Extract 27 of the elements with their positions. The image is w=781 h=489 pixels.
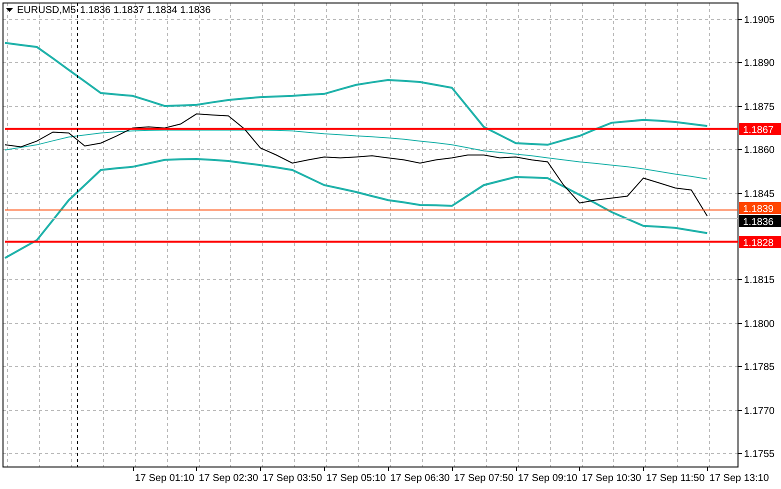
price-axis-label: 1.1890: [744, 58, 775, 69]
price-label: 1.1867: [739, 123, 781, 136]
time-axis-label: 17 Sep 10:30: [582, 473, 642, 484]
time-axis-label: 17 Sep 07:50: [454, 473, 514, 484]
time-axis-label: 17 Sep 13:10: [709, 473, 769, 484]
time-axis-label: 17 Sep 01:10: [134, 473, 194, 484]
time-axis-label: 17 Sep 02:30: [198, 473, 258, 484]
price-axis-label: 1.1755: [744, 449, 775, 460]
price-label: 1.1836: [739, 215, 781, 228]
price-label: 1.1839: [739, 202, 781, 215]
dropdown-triangle-icon[interactable]: [6, 8, 13, 12]
time-axis-label: 17 Sep 05:10: [326, 473, 386, 484]
time-axis-label: 17 Sep 06:30: [390, 473, 450, 484]
price-axis-label: 1.1905: [744, 15, 775, 26]
price-label: 1.1828: [739, 236, 781, 249]
time-axis-label: 17 Sep 11:50: [646, 473, 705, 484]
price-axis-label: 1.1770: [744, 406, 775, 417]
price-axis-label: 1.1845: [744, 189, 775, 200]
symbol-label: EURUSD,M5: [17, 5, 76, 16]
time-axis-label: 17 Sep 03:50: [262, 473, 322, 484]
quote-values: 1.1836 1.1837 1.1834 1.1836: [80, 5, 211, 16]
price-axis-label: 1.1875: [744, 102, 775, 113]
price-axis-label: 1.1815: [744, 275, 775, 286]
price-axis-label: 1.1860: [744, 145, 775, 156]
price-axis-label: 1.1800: [744, 319, 775, 330]
price-axis-label: 1.1785: [744, 362, 775, 373]
time-axis-label: 17 Sep 09:10: [518, 473, 578, 484]
